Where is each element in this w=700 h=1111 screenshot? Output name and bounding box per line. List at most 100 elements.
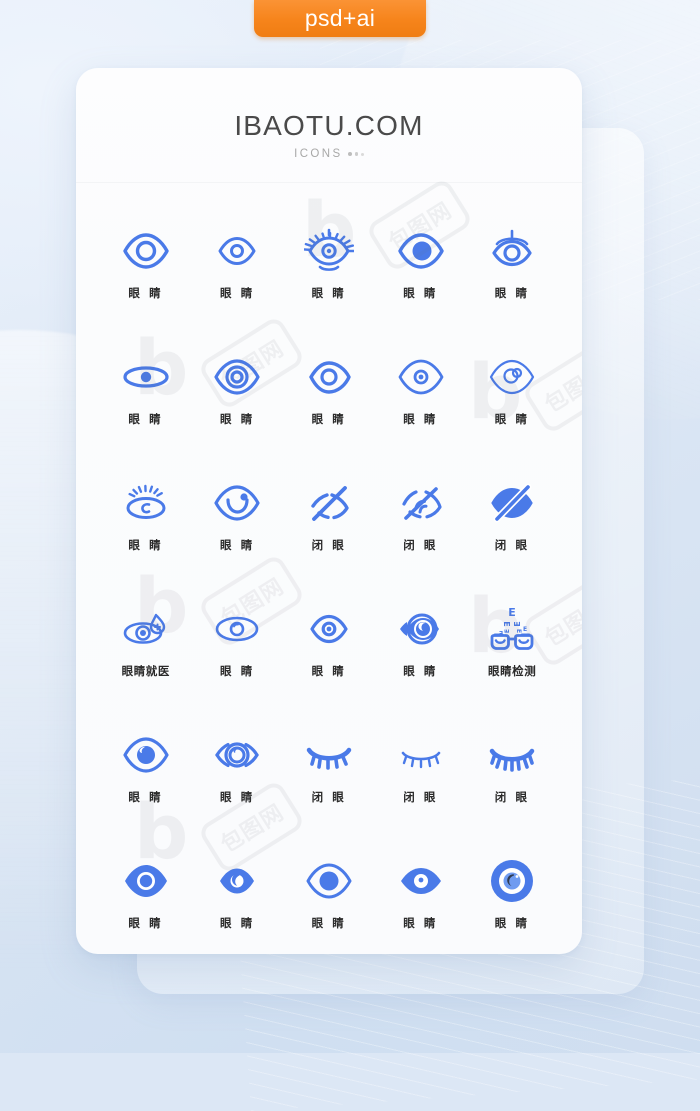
icon-grid: 眼 睛眼 睛眼 睛眼 睛眼 睛眼 睛眼 睛眼 睛眼 睛眼 睛眼 睛眼 睛闭 眼闭… xyxy=(76,183,582,954)
icon-label: 眼 睛 xyxy=(312,915,347,931)
eye-lashes-dot-icon xyxy=(304,215,354,287)
eye-medical-drop-icon xyxy=(121,593,171,665)
icon-cell-eye-medical-drop[interactable]: 眼睛就医 xyxy=(100,593,192,703)
closed-eye-lashes-thin-icon xyxy=(396,719,446,791)
eye-outline-dot-icon xyxy=(304,593,354,665)
icon-cell-eye-lashes-dot[interactable]: 眼 睛 xyxy=(283,215,375,325)
card-subtitle: ICONS xyxy=(76,148,582,160)
eye-smile-iris-icon xyxy=(212,467,262,539)
icon-label: 闭 眼 xyxy=(312,789,347,805)
icon-cell-eye-dashed-ring[interactable]: 眼 睛 xyxy=(192,719,284,829)
icon-label: 眼 睛 xyxy=(495,915,530,931)
icon-cell-eye-solid-crescent[interactable]: 眼 睛 xyxy=(100,719,192,829)
eye-solid-ring-icon xyxy=(121,845,171,917)
closed-eye-lashes-bold-icon xyxy=(304,719,354,791)
icon-cell-eye-solid-highlight[interactable]: 眼 睛 xyxy=(283,845,375,954)
icon-cell-eye-brow-ring[interactable]: 眼 睛 xyxy=(466,215,558,325)
eye-ellipse-dot-icon xyxy=(121,341,171,413)
eye-chart-glasses-icon: EEEEEEE xyxy=(487,593,537,665)
icon-label: 闭 眼 xyxy=(312,537,347,553)
eye-two-circles-icon xyxy=(487,341,537,413)
icon-cell-eye-triple-ring[interactable]: 眼 睛 xyxy=(192,341,284,451)
icon-cell-eye-outline-dot[interactable]: 眼 睛 xyxy=(283,593,375,703)
icon-cell-eye-oval-ring[interactable]: 眼 睛 xyxy=(192,593,284,703)
svg-text:E: E xyxy=(504,629,511,633)
icon-label: 眼 睛 xyxy=(220,285,255,301)
subtitle-dots-icon xyxy=(348,152,364,156)
eye-solid-crescent-icon xyxy=(121,719,171,791)
icon-cell-eye-thin-dot[interactable]: 眼 睛 xyxy=(375,341,467,451)
eye-triple-ring-icon xyxy=(212,341,262,413)
icon-cell-eye-rays-spiral[interactable]: 眼 睛 xyxy=(100,467,192,577)
eye-slashed-solid-icon xyxy=(487,467,537,539)
icon-label: 眼 睛 xyxy=(403,663,438,679)
eye-solid-moon-icon xyxy=(212,845,262,917)
icon-label: 眼 睛 xyxy=(403,411,438,427)
icon-label: 眼 睛 xyxy=(403,285,438,301)
icon-cell-eye-two-circles[interactable]: 眼 睛 xyxy=(466,341,558,451)
icon-cell-eye-target-circle[interactable]: 眼 睛 xyxy=(466,845,558,954)
eye-oval-ring-icon xyxy=(212,593,262,665)
icon-label: 眼睛就医 xyxy=(122,663,170,679)
eye-solid-highlight-icon xyxy=(304,845,354,917)
icon-cell-eye-open-gap-ring[interactable]: 眼 睛 xyxy=(283,341,375,451)
icon-cell-eye-chart-glasses[interactable]: EEEEEEE眼睛检测 xyxy=(466,593,558,703)
icon-label: 眼睛检测 xyxy=(488,663,536,679)
icon-cell-eye-slashed-arcs[interactable]: 闭 眼 xyxy=(375,467,467,577)
eye-crescent-circle-icon xyxy=(396,593,446,665)
icon-label: 眼 睛 xyxy=(128,285,163,301)
icon-cell-eye-crescent-circle[interactable]: 眼 睛 xyxy=(375,593,467,703)
icon-cell-closed-eye-lashes-thin[interactable]: 闭 眼 xyxy=(375,719,467,829)
icon-cell-closed-eye-lashes-long[interactable]: 闭 眼 xyxy=(466,719,558,829)
icon-label: 眼 睛 xyxy=(312,663,347,679)
eye-dashed-ring-icon xyxy=(212,719,262,791)
icon-label: 闭 眼 xyxy=(403,789,438,805)
icon-label: 闭 眼 xyxy=(495,537,530,553)
icon-label: 眼 睛 xyxy=(220,663,255,679)
eye-solid-pupil-dot-icon xyxy=(396,845,446,917)
subtitle-text: ICONS xyxy=(294,148,342,160)
svg-text:E: E xyxy=(513,621,522,626)
icon-cell-eye-slashed-open[interactable]: 闭 眼 xyxy=(283,467,375,577)
card-header: IBAOTU.COM ICONS xyxy=(76,68,582,160)
icon-label: 闭 眼 xyxy=(403,537,438,553)
eye-outline-circle-icon xyxy=(212,215,262,287)
svg-text:E: E xyxy=(502,621,511,626)
eye-slashed-open-icon xyxy=(304,467,354,539)
icon-sheet-card: IBAOTU.COM ICONS 眼 睛眼 睛眼 睛眼 睛眼 睛眼 睛眼 睛眼 … xyxy=(76,68,582,954)
svg-text:E: E xyxy=(523,626,527,633)
icon-cell-eye-double-ring[interactable]: 眼 睛 xyxy=(100,215,192,325)
icon-cell-eye-filled-iris[interactable]: 眼 睛 xyxy=(375,215,467,325)
eye-double-ring-icon xyxy=(121,215,171,287)
icon-label: 眼 睛 xyxy=(128,537,163,553)
icon-label: 眼 睛 xyxy=(403,915,438,931)
icon-label: 眼 睛 xyxy=(128,915,163,931)
eye-rays-spiral-icon xyxy=(121,467,171,539)
icon-cell-eye-slashed-solid[interactable]: 闭 眼 xyxy=(466,467,558,577)
eye-brow-ring-icon xyxy=(487,215,537,287)
icon-label: 眼 睛 xyxy=(312,411,347,427)
icon-label: 闭 眼 xyxy=(495,789,530,805)
icon-label: 眼 睛 xyxy=(128,789,163,805)
icon-cell-eye-solid-ring[interactable]: 眼 睛 xyxy=(100,845,192,954)
svg-text:E: E xyxy=(508,606,516,619)
icon-cell-eye-solid-pupil-dot[interactable]: 眼 睛 xyxy=(375,845,467,954)
icon-cell-eye-outline-circle[interactable]: 眼 睛 xyxy=(192,215,284,325)
icon-label: 眼 睛 xyxy=(220,411,255,427)
svg-text:E: E xyxy=(515,629,522,633)
icon-label: 眼 睛 xyxy=(495,411,530,427)
icon-cell-eye-smile-iris[interactable]: 眼 睛 xyxy=(192,467,284,577)
icon-cell-closed-eye-lashes-bold[interactable]: 闭 眼 xyxy=(283,719,375,829)
eye-filled-iris-icon xyxy=(396,215,446,287)
icon-cell-eye-solid-moon[interactable]: 眼 睛 xyxy=(192,845,284,954)
icon-label: 眼 睛 xyxy=(128,411,163,427)
eye-slashed-arcs-icon xyxy=(396,467,446,539)
eye-thin-dot-icon xyxy=(396,341,446,413)
icon-label: 眼 睛 xyxy=(220,537,255,553)
icon-label: 眼 睛 xyxy=(220,915,255,931)
eye-target-circle-icon xyxy=(487,845,537,917)
icon-label: 眼 睛 xyxy=(495,285,530,301)
icon-cell-eye-ellipse-dot[interactable]: 眼 睛 xyxy=(100,341,192,451)
icon-label: 眼 睛 xyxy=(312,285,347,301)
closed-eye-lashes-long-icon xyxy=(487,719,537,791)
